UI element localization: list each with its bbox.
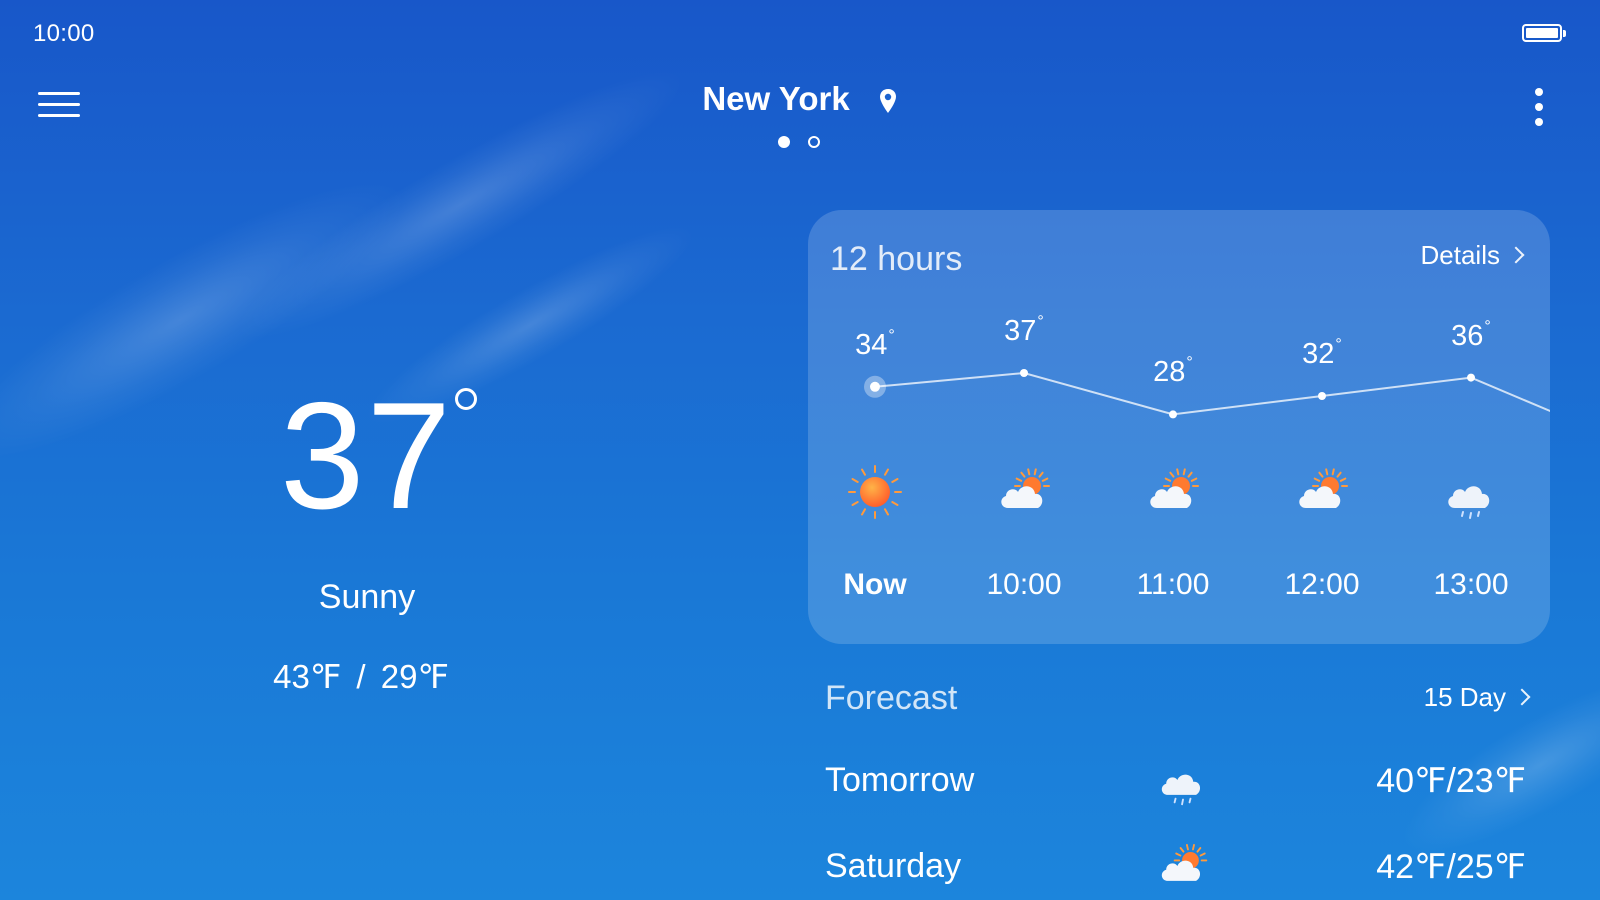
hour-time-label: 12:00 xyxy=(1284,568,1360,601)
hour-temperature-value: 32 xyxy=(1302,338,1335,370)
fifteen-day-link[interactable]: 15 Day xyxy=(1423,682,1531,713)
chevron-right-icon xyxy=(1513,688,1531,706)
city-title[interactable]: New York xyxy=(0,80,1600,118)
forecast-day: Saturday xyxy=(825,847,962,885)
partly-cloudy-icon xyxy=(994,462,1054,522)
degree-symbol xyxy=(455,388,477,410)
hour-temperature-value: 36 xyxy=(1451,319,1484,352)
hour-temperature-value: 34 xyxy=(855,328,888,361)
hour-time-label: Now xyxy=(843,568,907,601)
temperature-point xyxy=(1020,369,1028,377)
degree-symbol: ° xyxy=(1186,354,1193,372)
high-low-temperature: 43℉ / 29℉ xyxy=(273,658,449,695)
page-dot[interactable] xyxy=(808,136,820,148)
hour-temperature: 28° xyxy=(1123,354,1223,389)
more-vert-icon[interactable] xyxy=(1534,88,1544,126)
current-temperature: 37 xyxy=(280,371,454,541)
forecast-day: Tomorrow xyxy=(825,761,975,799)
hourly-forecast-card[interactable]: 12 hours Details 34° Now 37° 10:00 28° 11:… xyxy=(808,210,1550,644)
degree-symbol: ° xyxy=(1037,313,1044,330)
temperature-point xyxy=(1318,392,1326,400)
partly-cloudy-icon xyxy=(1155,838,1211,894)
weather-app: 10:00 New York 37 Sunny 43℉ / 29℉ 12 hou… xyxy=(0,0,1600,900)
forecast-title: Forecast xyxy=(825,679,958,717)
hour-time-label: 11:00 xyxy=(1136,568,1210,601)
hour-temperature-value: 37 xyxy=(1004,315,1037,347)
hour-temperature: 36° xyxy=(1421,317,1521,353)
temperature-point xyxy=(1467,373,1475,382)
current-condition: Sunny xyxy=(318,578,416,616)
degree-symbol: ° xyxy=(888,326,895,344)
hour-time-label: 10:00 xyxy=(986,568,1062,601)
degree-symbol: ° xyxy=(1484,317,1491,335)
forecast-temps: 42℉/25℉ xyxy=(1376,848,1526,886)
hour-time-label: 13:00 xyxy=(1433,568,1509,601)
battery-full-icon xyxy=(1522,24,1566,42)
hour-temperature: 34° xyxy=(825,326,925,362)
location-pin-icon xyxy=(880,89,896,113)
partly-cloudy-icon xyxy=(1292,462,1352,522)
hour-temperature: 37° xyxy=(974,313,1074,348)
hour-temperature-value: 28 xyxy=(1153,356,1186,389)
forecast-temps: 40℉/23℉ xyxy=(1376,762,1526,800)
city-name: New York xyxy=(702,80,850,117)
rain-cloud-icon xyxy=(1155,752,1211,808)
status-time: 10:00 xyxy=(33,20,95,47)
degree-symbol: ° xyxy=(1335,336,1342,353)
rain-cloud-icon xyxy=(1441,462,1501,522)
fifteen-day-label: 15 Day xyxy=(1423,682,1506,712)
hour-temperature: 32° xyxy=(1272,336,1372,371)
page-dot-active[interactable] xyxy=(778,136,790,148)
temperature-point xyxy=(870,381,880,392)
temperature-point xyxy=(1169,410,1177,419)
partly-cloudy-icon xyxy=(1143,462,1203,522)
sunny-icon xyxy=(845,462,905,522)
